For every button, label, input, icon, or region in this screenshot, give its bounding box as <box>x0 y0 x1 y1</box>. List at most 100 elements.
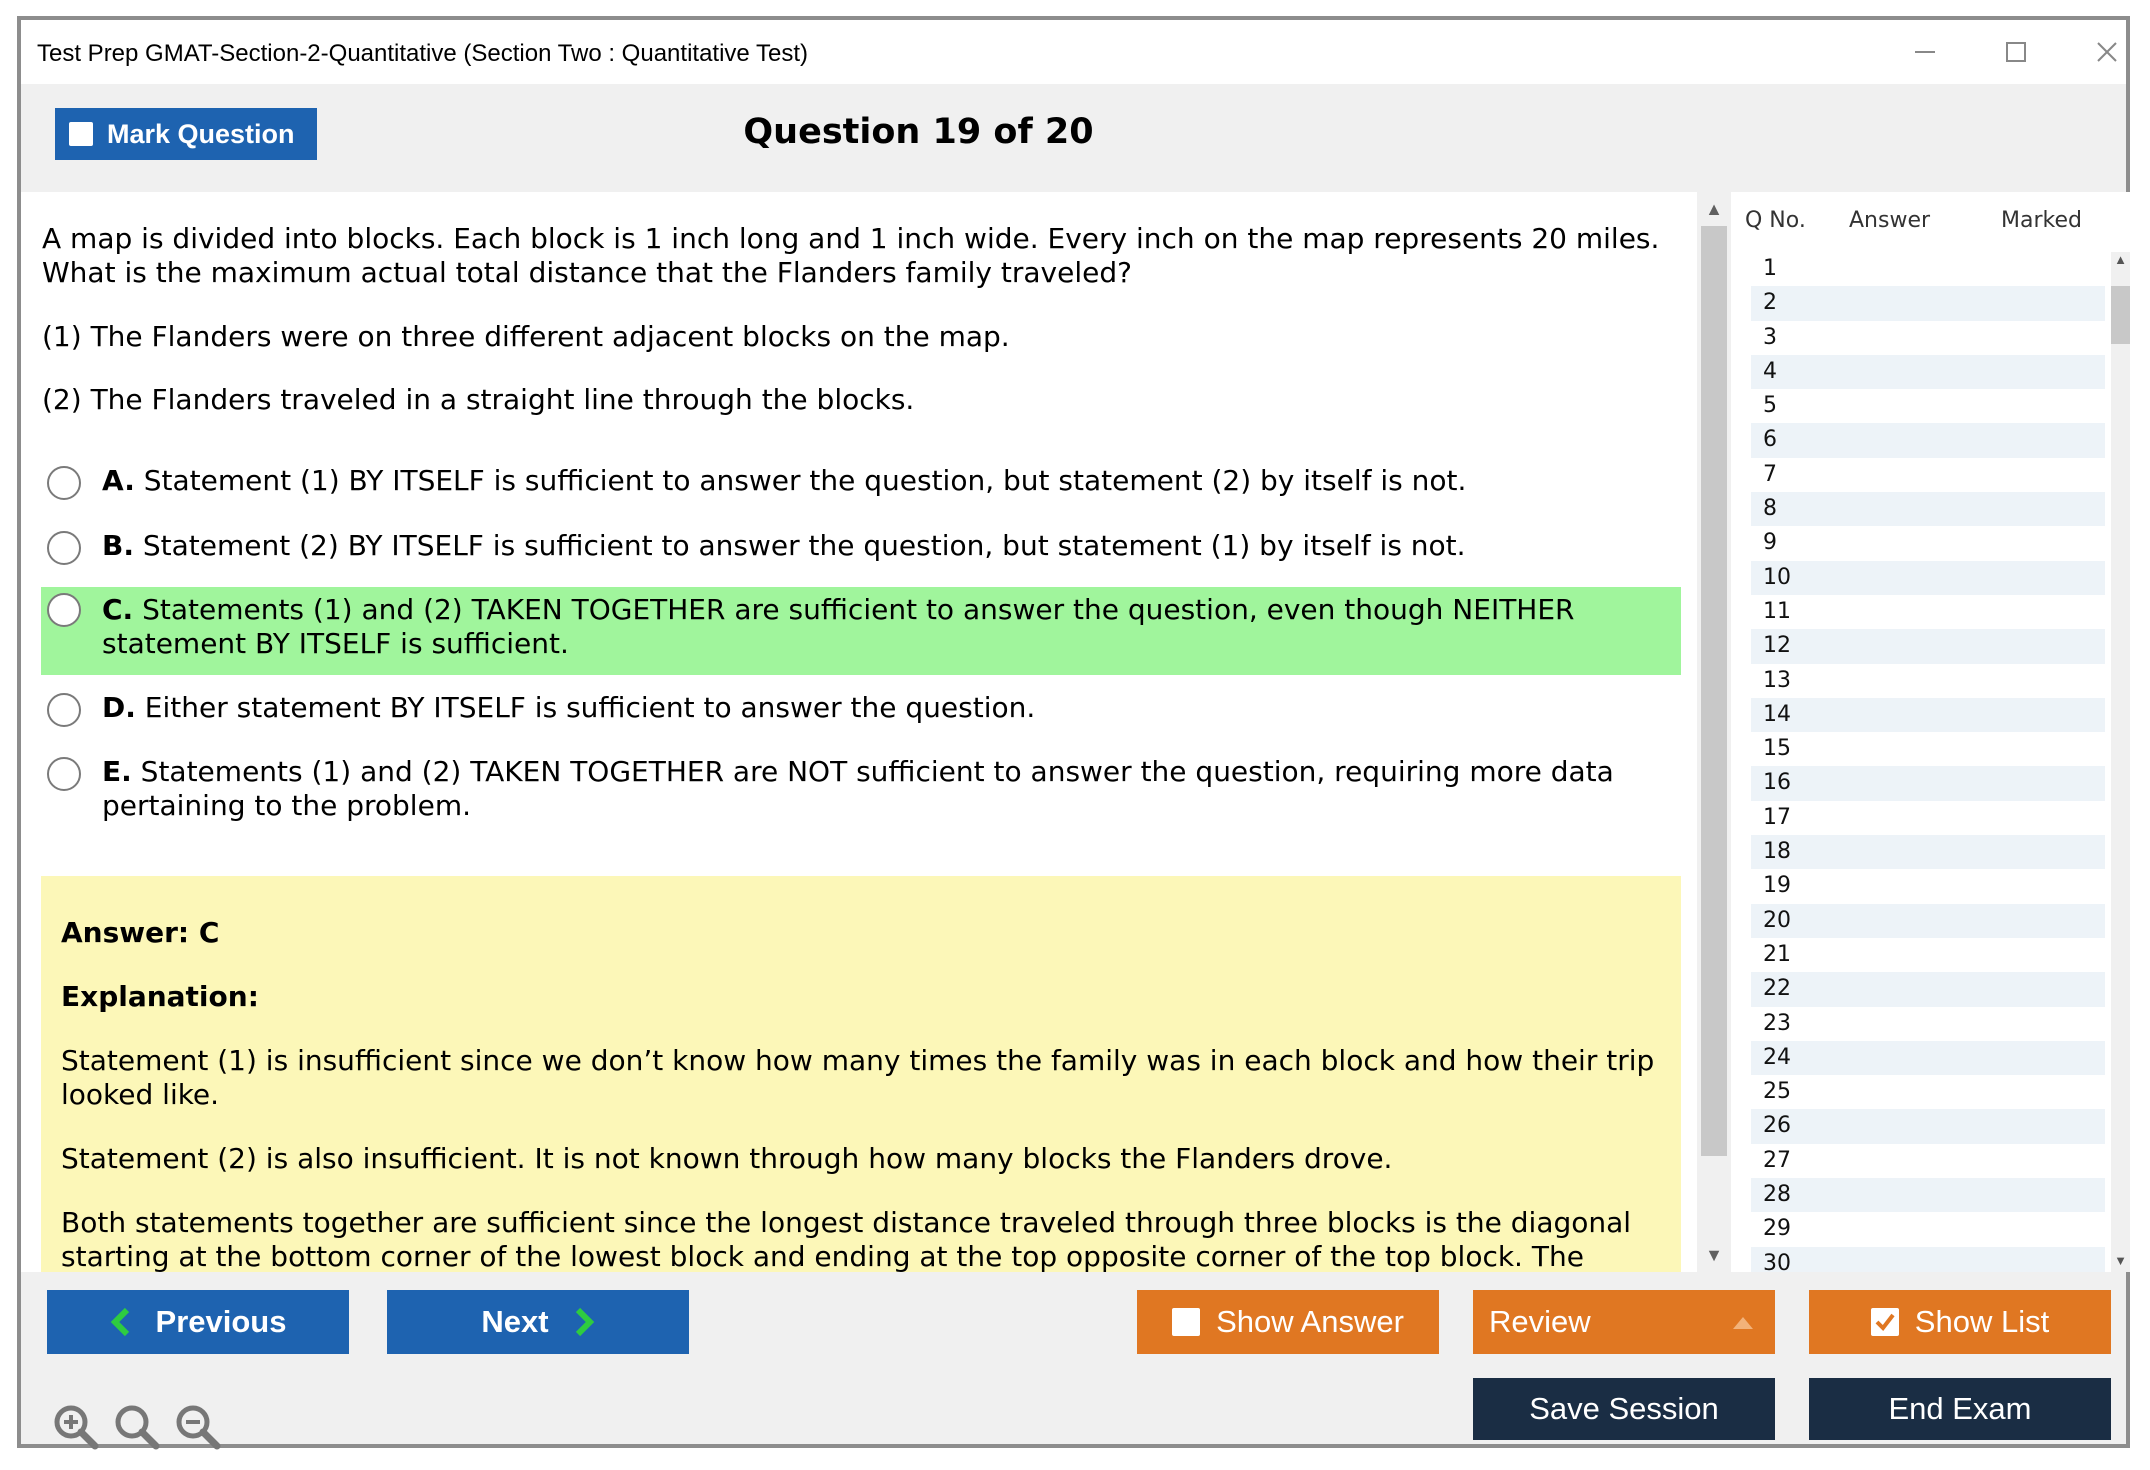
question-row[interactable]: 3 <box>1751 321 2105 355</box>
question-row[interactable]: 20 <box>1751 903 2105 938</box>
option-d-letter: D. <box>102 691 136 724</box>
zoom-reset-icon[interactable] <box>112 1402 160 1450</box>
option-b[interactable]: B. Statement (2) BY ITSELF is sufficient… <box>41 529 1681 565</box>
explanation-label: Explanation: <box>61 980 259 1013</box>
question-row[interactable]: 26 <box>1751 1109 2105 1144</box>
question-row[interactable]: 22 <box>1751 972 2105 1007</box>
option-e-letter: E. <box>102 755 132 788</box>
statement-1: (1) The Flanders were on three different… <box>42 320 1010 353</box>
radio-button-d[interactable] <box>47 693 81 727</box>
question-row[interactable]: 21 <box>1751 938 2105 972</box>
question-row[interactable]: 4 <box>1751 354 2105 390</box>
question-row[interactable]: 13 <box>1751 664 2105 698</box>
show-answer-label: Show Answer <box>1216 1304 1404 1339</box>
question-list-scrollbar[interactable]: ▲ ▼ <box>2111 252 2130 1272</box>
question-row[interactable]: 15 <box>1751 732 2105 766</box>
question-row[interactable]: 9 <box>1751 526 2105 560</box>
radio-button-c[interactable] <box>47 593 81 627</box>
option-d[interactable]: D. Either statement BY ITSELF is suffici… <box>41 691 1681 727</box>
question-row[interactable]: 12 <box>1751 629 2105 664</box>
minimize-button[interactable] <box>1885 30 1965 74</box>
question-scrollbar[interactable]: ▲ ▼ <box>1697 192 1731 1272</box>
next-button[interactable]: Next <box>387 1290 689 1354</box>
question-row[interactable]: 28 <box>1751 1178 2105 1213</box>
answer-explanation: Answer: C Explanation: Statement (1) is … <box>41 876 1681 1272</box>
question-text: A map is divided into blocks. Each block… <box>42 222 1660 289</box>
chevron-left-icon <box>110 1307 129 1337</box>
option-e[interactable]: E. Statements (1) and (2) TAKEN TOGETHER… <box>41 755 1681 823</box>
show-list-label: Show List <box>1914 1304 2050 1339</box>
question-row[interactable]: 5 <box>1751 389 2105 423</box>
question-row[interactable]: 24 <box>1751 1040 2105 1076</box>
close-icon <box>2097 42 2117 62</box>
question-row[interactable]: 16 <box>1751 766 2105 801</box>
close-button[interactable] <box>2067 30 2147 74</box>
question-row[interactable]: 6 <box>1751 423 2105 458</box>
question-title: Question 19 of 20 <box>743 112 1094 152</box>
option-a-text: Statement (1) BY ITSELF is sufficient to… <box>143 464 1467 497</box>
review-dropdown[interactable]: Review <box>1473 1290 1775 1354</box>
radio-button-b[interactable] <box>47 531 81 565</box>
question-row[interactable]: 1 <box>1751 252 2105 286</box>
list-scrollbar-thumb[interactable] <box>2111 286 2130 344</box>
scrollbar-thumb[interactable] <box>1701 226 1727 1156</box>
show-list-button[interactable]: Show List <box>1809 1290 2111 1354</box>
radio-button-e[interactable] <box>47 757 81 791</box>
question-row[interactable]: 17 <box>1751 801 2105 835</box>
option-b-letter: B. <box>102 529 134 562</box>
checkbox-icon <box>1172 1308 1201 1336</box>
question-pane: A map is divided into blocks. Each block… <box>21 192 1697 1272</box>
question-row[interactable]: 18 <box>1751 835 2105 870</box>
column-marked: Marked <box>2001 208 2082 233</box>
option-c-text: Statements (1) and (2) TAKEN TOGETHER ar… <box>102 593 1575 660</box>
scroll-up-icon[interactable]: ▲ <box>1697 194 1731 224</box>
mark-question-label: Mark Question <box>107 118 295 149</box>
window-title: Test Prep GMAT-Section-2-Quantitative (S… <box>37 40 808 67</box>
footer-toolbar: Previous Next Show Answer Review Show Li… <box>21 1272 2126 1450</box>
option-c[interactable]: C. Statements (1) and (2) TAKEN TOGETHER… <box>41 587 1681 675</box>
show-answer-button[interactable]: Show Answer <box>1137 1290 1439 1354</box>
question-header: Mark Question Question 19 of 20 <box>21 84 2126 192</box>
explanation-paragraph: Statement (1) is insufficient since we d… <box>61 1044 1655 1111</box>
show-list-checkbox <box>1870 1308 1899 1336</box>
minimize-icon <box>1915 51 1935 53</box>
question-row[interactable]: 8 <box>1751 492 2105 527</box>
previous-button[interactable]: Previous <box>47 1290 349 1354</box>
question-list-header: Q No. Answer Marked <box>1731 192 2130 244</box>
question-row[interactable]: 25 <box>1751 1075 2105 1109</box>
question-row[interactable]: 10 <box>1751 560 2105 595</box>
list-scroll-down-icon[interactable]: ▼ <box>2111 1253 2130 1268</box>
question-row[interactable]: 2 <box>1751 286 2105 321</box>
scroll-down-icon[interactable]: ▼ <box>1697 1240 1731 1270</box>
zoom-out-icon[interactable] <box>173 1402 221 1450</box>
mark-question-button[interactable]: Mark Question <box>55 108 317 160</box>
question-row[interactable]: 23 <box>1751 1007 2105 1041</box>
checkbox-icon <box>69 122 93 146</box>
question-row[interactable]: 27 <box>1751 1144 2105 1178</box>
question-row[interactable]: 11 <box>1751 595 2105 629</box>
save-session-button[interactable]: Save Session <box>1473 1378 1775 1440</box>
option-b-text: Statement (2) BY ITSELF is sufficient to… <box>142 529 1466 562</box>
statement-2: (2) The Flanders traveled in a straight … <box>42 383 915 416</box>
next-label: Next <box>481 1304 549 1339</box>
option-c-letter: C. <box>102 593 134 626</box>
chevron-right-icon <box>575 1307 594 1337</box>
app-window: Test Prep GMAT-Section-2-Quantitative (S… <box>17 16 2130 1450</box>
question-row[interactable]: 7 <box>1751 458 2105 492</box>
question-row[interactable]: 29 <box>1751 1212 2105 1246</box>
option-a-letter: A. <box>102 464 135 497</box>
maximize-button[interactable] <box>1976 30 2056 74</box>
caret-up-icon <box>1733 1317 1753 1329</box>
previous-label: Previous <box>155 1304 287 1339</box>
question-list: Q No. Answer Marked 1 2 3 4 5 6 7 8 9 10… <box>1731 192 2130 1281</box>
option-a[interactable]: A. Statement (1) BY ITSELF is sufficient… <box>41 464 1681 500</box>
radio-button-a[interactable] <box>47 466 81 500</box>
question-row[interactable]: 14 <box>1751 697 2105 733</box>
zoom-in-icon[interactable] <box>51 1402 99 1450</box>
question-row[interactable]: 19 <box>1751 869 2105 903</box>
list-scroll-up-icon[interactable]: ▲ <box>2111 252 2130 267</box>
maximize-icon <box>2006 42 2026 62</box>
explanation-paragraph: Both statements together are sufficient … <box>61 1206 1632 1272</box>
end-exam-button[interactable]: End Exam <box>1809 1378 2111 1440</box>
title-bar: Test Prep GMAT-Section-2-Quantitative (S… <box>21 20 2126 84</box>
